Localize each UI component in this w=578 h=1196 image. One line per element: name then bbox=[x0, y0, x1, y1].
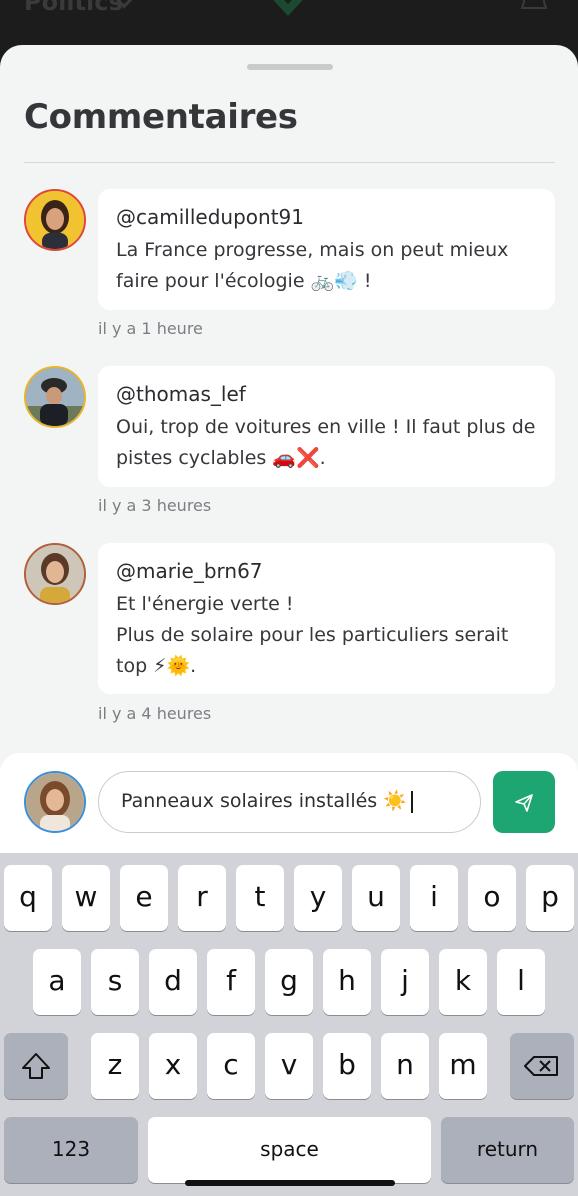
key-p[interactable]: p bbox=[526, 865, 574, 931]
comment-time: il y a 4 heures bbox=[98, 704, 212, 723]
compose-bar: Panneaux solaires installés ☀️ bbox=[0, 753, 578, 853]
sheet-title: Commentaires bbox=[24, 97, 298, 137]
bell-icon bbox=[520, 0, 548, 9]
backspace-icon bbox=[524, 1056, 558, 1076]
key-r[interactable]: r bbox=[178, 865, 226, 931]
comment-time: il y a 3 heures bbox=[98, 496, 212, 515]
send-button[interactable] bbox=[493, 771, 555, 833]
sheet-drag-handle[interactable] bbox=[247, 64, 333, 70]
avatar-image bbox=[26, 368, 84, 426]
comment-text-line: Et l'énergie verte ! bbox=[116, 593, 294, 615]
comment-author[interactable]: @thomas_lef bbox=[116, 380, 537, 408]
avatar[interactable] bbox=[24, 189, 86, 251]
logo-icon bbox=[273, 0, 303, 16]
key-v[interactable]: v bbox=[265, 1033, 313, 1099]
avatar bbox=[24, 771, 86, 833]
avatar[interactable] bbox=[24, 366, 86, 428]
comment-author[interactable]: @marie_brn67 bbox=[116, 557, 537, 585]
avatar-image bbox=[26, 773, 84, 831]
comment-text-line: Plus de solaire pour les particuliers se… bbox=[116, 624, 509, 677]
comment-bubble: @camilledupont91 La France progresse, ma… bbox=[98, 189, 555, 310]
key-b[interactable]: b bbox=[323, 1033, 371, 1099]
key-x[interactable]: x bbox=[149, 1033, 197, 1099]
key-z[interactable]: z bbox=[91, 1033, 139, 1099]
key-c[interactable]: c bbox=[207, 1033, 255, 1099]
key-l[interactable]: l bbox=[497, 949, 545, 1015]
comment-text: Et l'énergie verte ! Plus de solaire pou… bbox=[116, 589, 537, 682]
key-n[interactable]: n bbox=[381, 1033, 429, 1099]
key-a[interactable]: a bbox=[33, 949, 81, 1015]
comment-input[interactable]: Panneaux solaires installés ☀️ bbox=[98, 771, 481, 833]
send-icon bbox=[515, 794, 533, 812]
key-j[interactable]: j bbox=[381, 949, 429, 1015]
divider bbox=[24, 162, 555, 163]
comment-text: La France progresse, mais on peut mieux … bbox=[116, 239, 509, 292]
key-u[interactable]: u bbox=[352, 865, 400, 931]
background-title: Politics bbox=[24, 0, 123, 16]
key-k[interactable]: k bbox=[439, 949, 487, 1015]
key-t[interactable]: t bbox=[236, 865, 284, 931]
key-h[interactable]: h bbox=[323, 949, 371, 1015]
key-g[interactable]: g bbox=[265, 949, 313, 1015]
key-i[interactable]: i bbox=[410, 865, 458, 931]
comment-input-value: Panneaux solaires installés ☀️ bbox=[121, 790, 407, 812]
comment-text: Oui, trop de voitures en ville ! Il faut… bbox=[116, 416, 536, 469]
numbers-key[interactable]: 123 bbox=[4, 1117, 138, 1183]
comment-bubble: @thomas_lef Oui, trop de voitures en vil… bbox=[98, 366, 555, 487]
key-s[interactable]: s bbox=[91, 949, 139, 1015]
key-m[interactable]: m bbox=[439, 1033, 487, 1099]
key-e[interactable]: e bbox=[120, 865, 168, 931]
avatar-image bbox=[26, 545, 84, 603]
key-o[interactable]: o bbox=[468, 865, 516, 931]
key-q[interactable]: q bbox=[4, 865, 52, 931]
comment-author[interactable]: @camilledupont91 bbox=[116, 203, 537, 231]
return-key[interactable]: return bbox=[441, 1117, 574, 1183]
key-y[interactable]: y bbox=[294, 865, 342, 931]
space-key[interactable]: space bbox=[148, 1117, 431, 1183]
key-w[interactable]: w bbox=[62, 865, 110, 931]
key-f[interactable]: f bbox=[207, 949, 255, 1015]
shift-icon bbox=[22, 1053, 50, 1079]
avatar-image bbox=[26, 191, 84, 249]
comment-bubble: @marie_brn67 Et l'énergie verte ! Plus d… bbox=[98, 543, 555, 694]
on-screen-keyboard: q w e r t y u i o p a s d f g h j k l z … bbox=[0, 853, 578, 1196]
home-indicator[interactable] bbox=[185, 1180, 395, 1186]
text-caret bbox=[410, 790, 413, 813]
key-d[interactable]: d bbox=[149, 949, 197, 1015]
comment-time: il y a 1 heure bbox=[98, 319, 203, 338]
delete-key[interactable] bbox=[510, 1033, 574, 1099]
shift-key[interactable] bbox=[4, 1033, 68, 1099]
avatar[interactable] bbox=[24, 543, 86, 605]
